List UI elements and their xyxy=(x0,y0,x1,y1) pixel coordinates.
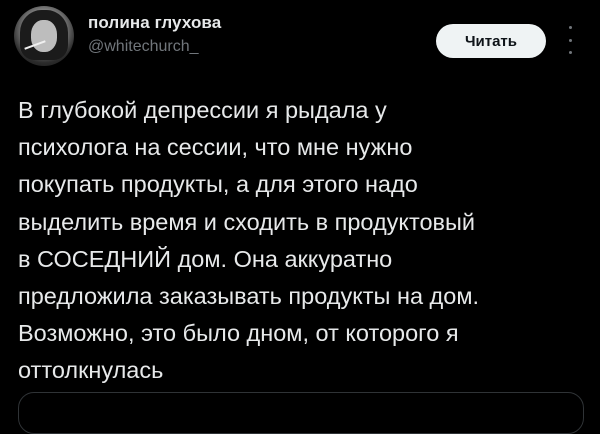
tweet-line: психолога на сессии, что мне нужно xyxy=(18,134,413,161)
tweet: полина глухова @whitechurch_ Читать В гл… xyxy=(0,0,600,434)
tweet-line: В глубокой депрессии я рыдала у xyxy=(18,97,387,123)
tweet-line: оттолкнулась xyxy=(18,357,164,384)
tweet-text: В глубокой депрессии я рыдала у психолог… xyxy=(18,92,590,390)
author-handle[interactable]: @whitechurch_ xyxy=(88,38,199,56)
vertical-ellipsis-icon[interactable] xyxy=(562,26,578,54)
tweet-line: выделить время и сходить в продуктовый xyxy=(18,208,476,235)
avatar-face xyxy=(31,20,57,52)
tweet-line: предложила заказывать продукты на дом. xyxy=(18,283,480,310)
tweet-line: Возможно, это было дном, от которого я xyxy=(18,320,459,347)
ellipsis-dot xyxy=(568,26,572,29)
follow-button[interactable]: Читать xyxy=(436,24,546,58)
embedded-card[interactable] xyxy=(18,392,584,434)
ellipsis-dot xyxy=(568,38,572,42)
tweet-line: покупать продукты, а для этого надо xyxy=(18,171,418,198)
tweet-line: в СОСЕДНИЙ дом. Она аккуратно xyxy=(18,245,393,272)
author-name[interactable]: полина глухова xyxy=(88,13,221,33)
author-avatar[interactable] xyxy=(14,6,74,66)
ellipsis-dot xyxy=(568,51,572,54)
